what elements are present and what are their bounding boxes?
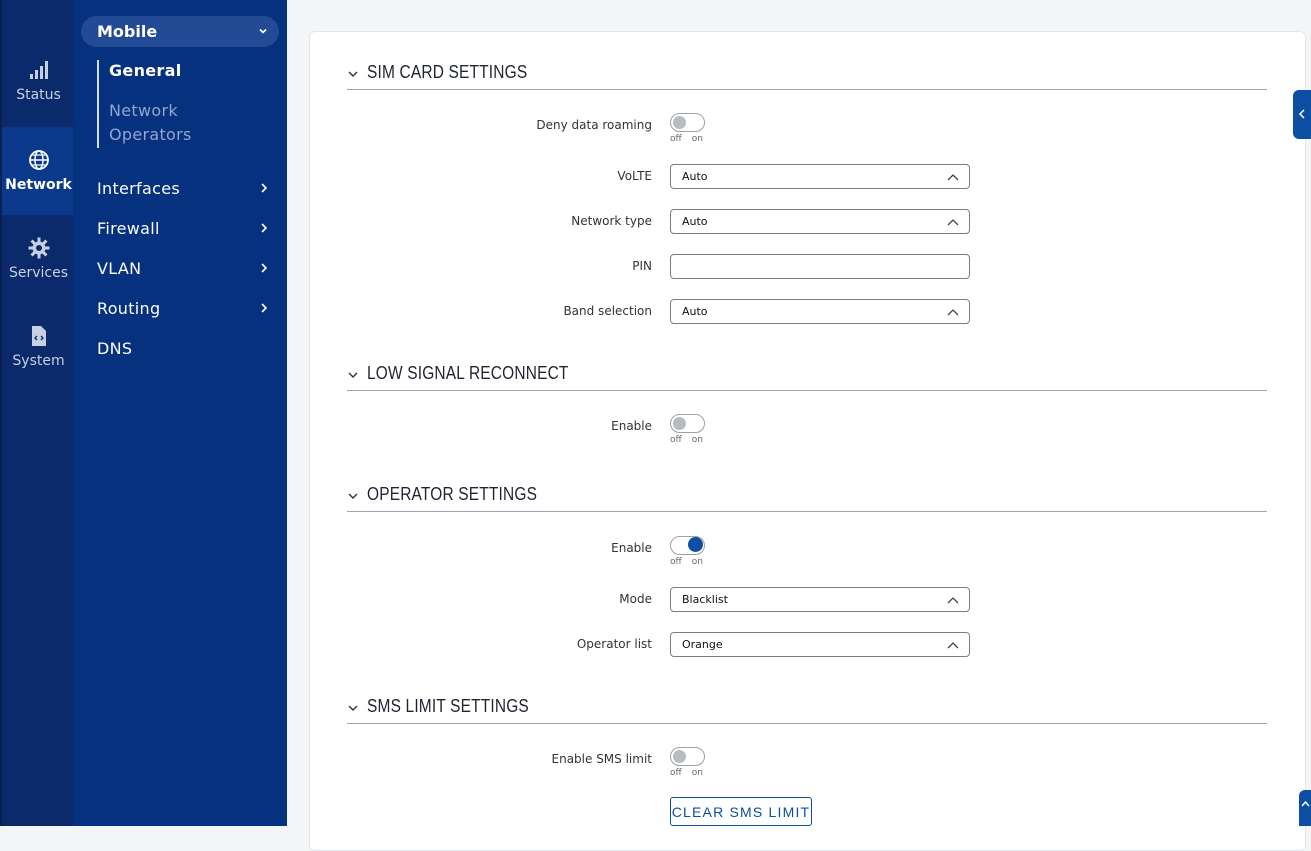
chevron-down-icon [348, 372, 358, 378]
nav-item-label: DNS [97, 338, 133, 358]
sub-navigation: Mobile General Network Operators Interfa… [73, 0, 287, 826]
nav-group-mobile[interactable]: Mobile [81, 16, 279, 47]
nav-item-label: Routing [97, 298, 161, 318]
toggle-off-on-text: off on [670, 134, 703, 144]
rail-label-network: Network [5, 177, 72, 193]
toggle-off-on-text: off on [670, 768, 703, 778]
chevron-right-icon [261, 223, 268, 233]
nav-item-vlan[interactable]: VLAN [97, 256, 273, 280]
nav-group-label: Mobile [97, 22, 158, 41]
band-selection-select[interactable]: Auto [670, 299, 970, 324]
rail-label-system: System [12, 353, 65, 369]
chevron-right-icon [261, 303, 268, 313]
gear-icon [28, 237, 49, 259]
low-signal-enable-label: Enable [611, 419, 652, 433]
rail-label-services: Services [8, 265, 69, 281]
rail-item-services[interactable]: Services [2, 215, 75, 303]
chevron-down-icon [348, 71, 358, 77]
nav-item-label: Firewall [97, 218, 160, 238]
chevron-down-icon [348, 705, 358, 711]
nav-item-label: VLAN [97, 258, 142, 278]
operator-list-select[interactable]: Orange [670, 632, 970, 657]
deny-roaming-toggle[interactable]: off on [670, 113, 706, 145]
network-type-select-value: Auto [682, 215, 708, 228]
section-header-low-signal[interactable]: LOW SIGNAL RECONNECT [347, 363, 1267, 391]
chevron-up-icon [1301, 800, 1310, 807]
nav-item-label: Interfaces [97, 178, 180, 198]
operator-enable-label: Enable [611, 541, 652, 555]
globe-icon [28, 150, 49, 170]
low-signal-enable-toggle[interactable]: off on [670, 414, 706, 446]
network-type-label: Network type [571, 214, 652, 228]
subnav-link-general[interactable]: General [109, 59, 182, 83]
chevron-down-icon [259, 28, 267, 34]
settings-card: SIM CARD SETTINGS Deny data roaming off o… [309, 31, 1306, 851]
subnav-link-network-operators[interactable]: Network Operators [109, 99, 192, 147]
deny-roaming-label: Deny data roaming [536, 118, 652, 132]
clear-sms-limit-button[interactable]: CLEAR SMS LIMIT [670, 797, 812, 826]
toggle-knob [673, 116, 686, 129]
chevron-up-icon [947, 219, 959, 226]
rail-label-status: Status [16, 87, 61, 103]
toggle-off-on-text: off on [670, 557, 703, 567]
nav-item-dns[interactable]: DNS [97, 336, 273, 360]
rail-item-system[interactable]: System [2, 303, 75, 391]
operator-list-label: Operator list [576, 637, 652, 651]
volte-select[interactable]: Auto [670, 164, 970, 189]
operator-enable-toggle[interactable]: off on [670, 536, 706, 568]
chevron-up-icon [947, 597, 959, 604]
nav-item-routing[interactable]: Routing [97, 296, 273, 320]
band-selection-select-value: Auto [682, 305, 708, 318]
volte-label: VoLTE [617, 169, 652, 183]
file-code-icon [31, 326, 46, 346]
chevron-left-icon [1298, 109, 1305, 119]
section-title: OPERATOR SETTINGS [367, 484, 538, 504]
section-header-sim-card[interactable]: SIM CARD SETTINGS [347, 62, 1267, 90]
section-title: SMS LIMIT SETTINGS [367, 696, 529, 716]
toggle-off-on-text: off on [670, 435, 703, 445]
sms-limit-enable-toggle[interactable]: off on [670, 747, 706, 779]
mode-select[interactable]: Blacklist [670, 587, 970, 612]
section-title: LOW SIGNAL RECONNECT [367, 363, 569, 383]
chevron-up-icon [947, 309, 959, 316]
signal-bars-icon [29, 61, 48, 79]
pin-label: PIN [632, 259, 652, 273]
rail-item-status[interactable]: Status [2, 37, 75, 125]
chevron-right-icon [261, 183, 268, 193]
section-header-sms-limit[interactable]: SMS LIMIT SETTINGS [347, 696, 1267, 724]
icon-rail: Status Network Services System [0, 0, 75, 826]
section-header-operator[interactable]: OPERATOR SETTINGS [347, 484, 1267, 512]
band-selection-label: Band selection [563, 304, 652, 318]
sms-limit-enable-label: Enable SMS limit [551, 752, 653, 766]
toggle-knob [673, 417, 686, 430]
chevron-up-icon [947, 642, 959, 649]
chevron-up-icon [947, 174, 959, 181]
scroll-to-top-button[interactable] [1299, 790, 1311, 826]
network-type-select[interactable]: Auto [670, 209, 970, 234]
mode-label: Mode [619, 592, 652, 606]
toggle-knob [688, 537, 703, 552]
chevron-right-icon [261, 263, 268, 273]
pin-input[interactable] [670, 254, 970, 279]
side-panel-toggle[interactable] [1293, 90, 1311, 139]
mode-select-value: Blacklist [682, 593, 728, 606]
nav-item-interfaces[interactable]: Interfaces [97, 176, 273, 200]
subnav-indicator-line [97, 60, 99, 148]
section-title: SIM CARD SETTINGS [367, 62, 528, 82]
chevron-down-icon [348, 493, 358, 499]
nav-item-firewall[interactable]: Firewall [97, 216, 273, 240]
volte-select-value: Auto [682, 170, 708, 183]
rail-item-network[interactable]: Network [2, 127, 75, 215]
toggle-knob [673, 750, 686, 763]
operator-list-select-value: Orange [682, 638, 723, 651]
